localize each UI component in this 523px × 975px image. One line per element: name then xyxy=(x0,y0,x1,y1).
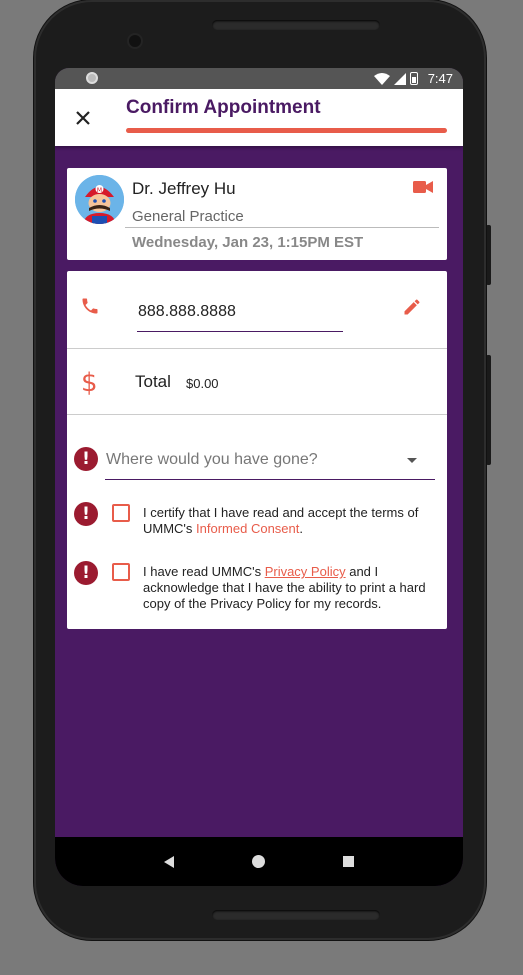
battery-icon xyxy=(409,72,418,85)
informed-consent-text: I certify that I have read and accept th… xyxy=(143,505,419,536)
recent-apps-icon[interactable] xyxy=(343,856,354,867)
wifi-icon xyxy=(373,72,390,85)
volume-button xyxy=(486,355,491,465)
svg-text:M: M xyxy=(97,187,102,194)
informed-consent-checkbox[interactable] xyxy=(112,504,130,522)
appointment-form: $ Total $0.00 ! Where would you have gon… xyxy=(67,271,447,629)
doctor-name: Dr. Jeffrey Hu xyxy=(132,179,236,198)
notification-dot-icon xyxy=(86,72,98,84)
video-camera-icon xyxy=(413,181,433,193)
close-icon[interactable] xyxy=(73,108,93,128)
privacy-policy-text: I have read UMMC's Privacy Policy and I … xyxy=(143,564,426,611)
dollar-icon: $ xyxy=(81,368,98,398)
page-title: Confirm Appointment xyxy=(126,97,321,118)
privacy-policy-link[interactable]: Privacy Policy xyxy=(265,564,346,579)
chevron-down-icon xyxy=(407,458,417,463)
alert-icon: ! xyxy=(74,447,98,471)
phone-number-input[interactable] xyxy=(137,298,343,332)
status-icons: 7:47 xyxy=(373,71,453,86)
status-time: 7:47 xyxy=(427,71,453,86)
doctor-specialty: General Practice xyxy=(132,208,244,225)
front-camera-icon xyxy=(129,35,141,47)
avatar: M xyxy=(75,175,124,224)
back-icon[interactable] xyxy=(164,855,174,868)
app-bar: Confirm Appointment xyxy=(55,89,463,146)
pencil-icon[interactable] xyxy=(402,297,422,317)
status-bar: 7:47 xyxy=(55,68,463,89)
bottom-speaker xyxy=(212,910,380,920)
total-amount: $0.00 xyxy=(186,376,219,391)
phone-icon xyxy=(82,298,98,314)
phone-row xyxy=(67,271,447,349)
alert-icon: ! xyxy=(74,502,98,526)
dropdown-placeholder: Where would you have gone? xyxy=(106,451,318,468)
total-label: Total xyxy=(135,372,171,391)
location-dropdown[interactable]: Where would you have gone? xyxy=(105,438,435,480)
title-underline xyxy=(126,128,447,133)
informed-consent-link[interactable]: Informed Consent xyxy=(196,521,299,536)
divider xyxy=(125,227,439,228)
earpiece-speaker xyxy=(212,20,380,30)
screen: 7:47 Confirm Appointment M Dr. Jeffrey H… xyxy=(55,68,463,886)
doctor-card: M Dr. Jeffrey Hu General Practice Wednes… xyxy=(67,168,447,260)
signal-icon xyxy=(393,72,406,85)
privacy-policy-checkbox[interactable] xyxy=(112,563,130,581)
alert-icon: ! xyxy=(74,561,98,585)
system-nav-bar xyxy=(55,837,463,886)
power-button xyxy=(486,225,491,285)
total-row: $ Total $0.00 xyxy=(67,350,447,415)
appointment-datetime: Wednesday, Jan 23, 1:15PM EST xyxy=(132,234,364,251)
home-icon[interactable] xyxy=(252,855,265,868)
